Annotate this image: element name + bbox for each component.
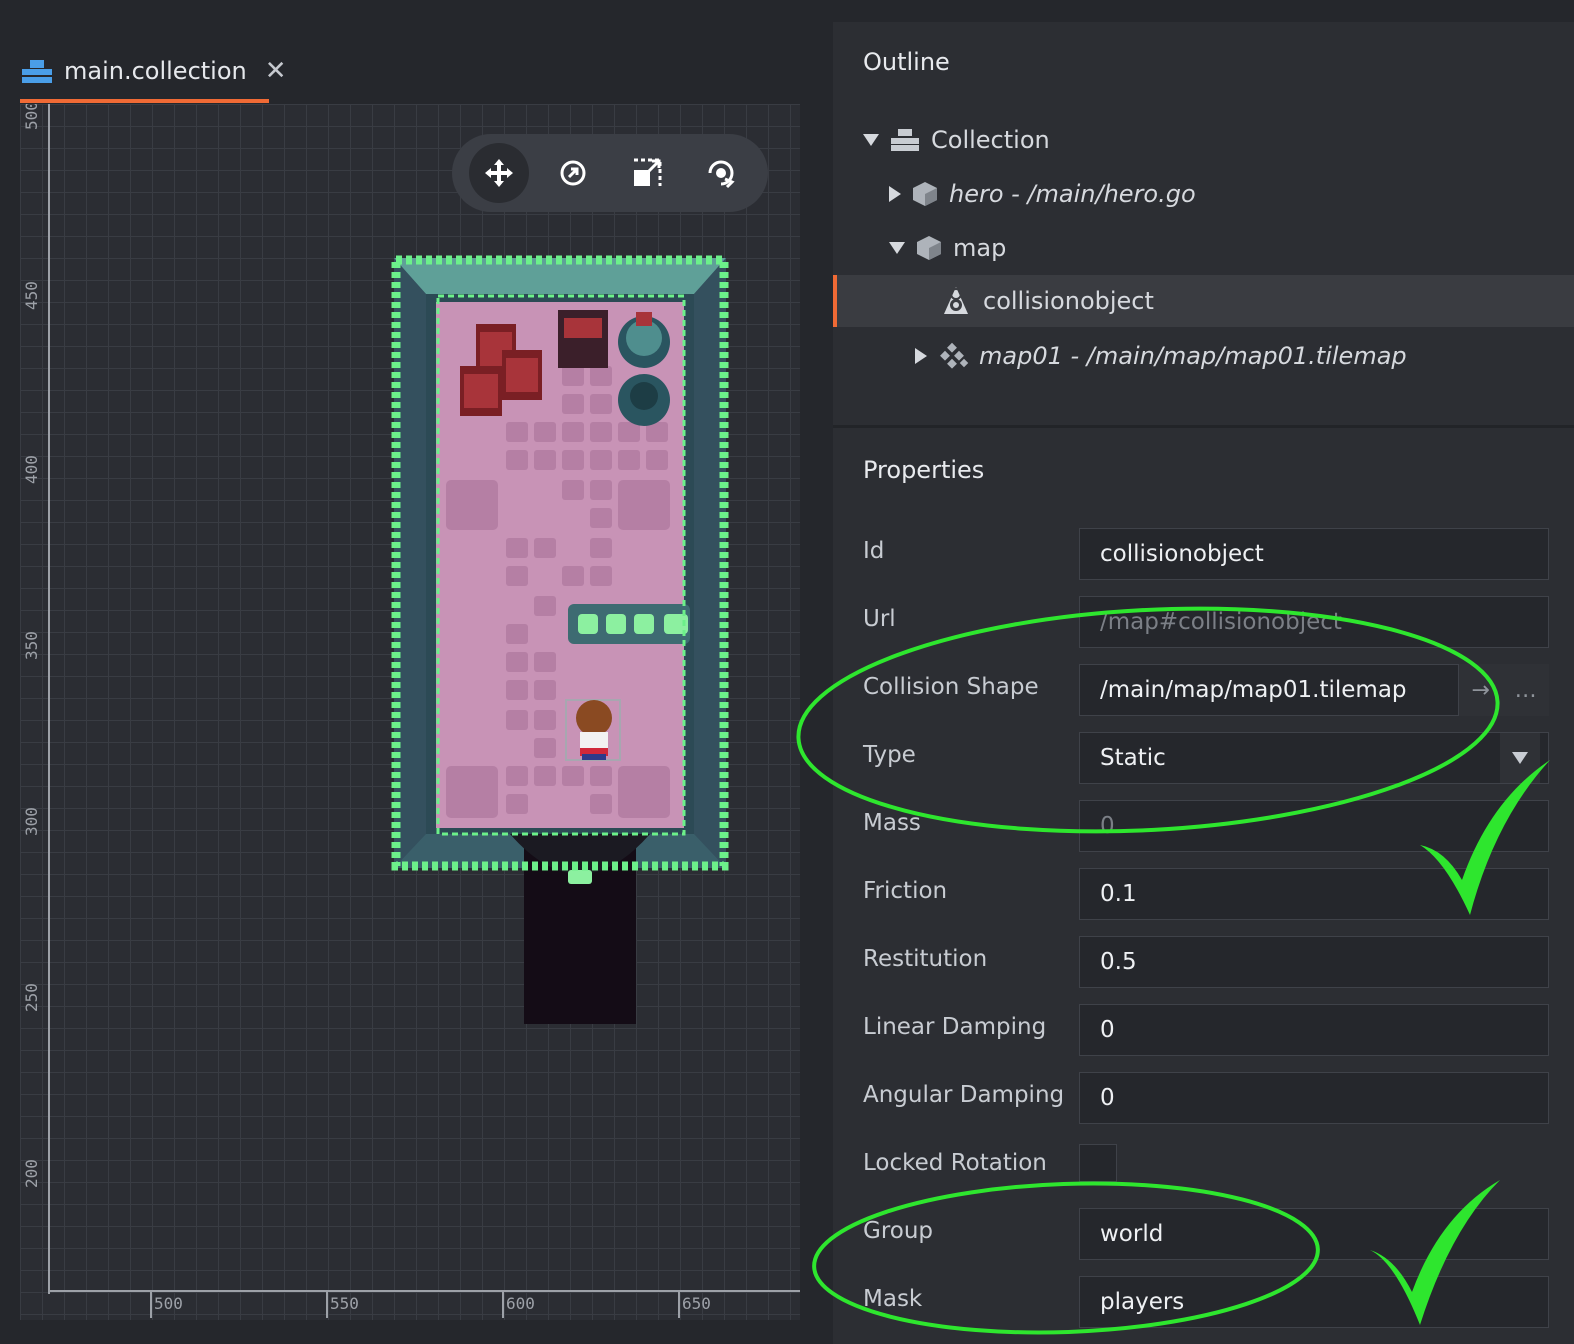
- outline-item-label: hero - /main/hero.go: [949, 180, 1196, 208]
- scale-tool-icon[interactable]: [617, 143, 677, 203]
- scene-editor: main.collection ✕ 500 450 400 350 300 25…: [0, 0, 832, 1344]
- group-field[interactable]: world: [1079, 1208, 1549, 1260]
- vertical-ruler: 500 450 400 350 300 250 200: [20, 104, 50, 1320]
- friction-field[interactable]: 0.1: [1079, 868, 1549, 920]
- url-field: /map#collisionobject: [1079, 596, 1549, 648]
- angular-damping-label: Angular Damping: [863, 1082, 1065, 1108]
- collision-shape-buttons: → …: [1459, 664, 1549, 716]
- gameobject-icon: [917, 236, 941, 260]
- mask-label: Mask: [863, 1286, 923, 1312]
- rotate-tool-icon[interactable]: [543, 143, 603, 203]
- outline-item-label: map: [953, 234, 1007, 262]
- reset-view-icon[interactable]: [691, 143, 751, 203]
- ruler-label: 450: [22, 281, 41, 310]
- mass-label: Mass: [863, 810, 921, 836]
- panel-divider: [833, 425, 1574, 428]
- type-label: Type: [863, 742, 916, 768]
- linear-damping-label: Linear Damping: [863, 1014, 1047, 1040]
- tilemap-scene[interactable]: [390, 254, 730, 1054]
- tilemap-icon: [940, 342, 969, 369]
- scene-viewport[interactable]: 500 450 400 350 300 250 200 500 550 600 …: [20, 104, 800, 1320]
- close-icon[interactable]: ✕: [265, 56, 287, 86]
- expand-arrow-icon[interactable]: [915, 348, 927, 364]
- type-select[interactable]: Static: [1079, 732, 1549, 784]
- ruler-label: 250: [22, 983, 41, 1012]
- browse-resource-icon[interactable]: …: [1515, 678, 1537, 703]
- ruler-label: 350: [22, 631, 41, 660]
- ruler-label: 300: [22, 807, 41, 836]
- outline-item-collisionobject[interactable]: collisionobject: [833, 275, 1574, 327]
- chevron-down-icon[interactable]: [1500, 733, 1540, 783]
- locked-rotation-label: Locked Rotation: [863, 1150, 1047, 1176]
- linear-damping-field[interactable]: 0: [1079, 1004, 1549, 1056]
- collision-shape-field[interactable]: /main/map/map01.tilemap: [1079, 664, 1459, 716]
- collection-icon: [22, 60, 52, 83]
- id-label: Id: [863, 538, 885, 564]
- goto-resource-icon[interactable]: →: [1471, 678, 1489, 703]
- expand-arrow-icon[interactable]: [863, 134, 879, 146]
- horizontal-ruler: 500 550 600 650: [20, 1290, 800, 1320]
- group-label: Group: [863, 1218, 934, 1244]
- mass-field: 0: [1079, 800, 1549, 852]
- ruler-label: 500: [154, 1294, 183, 1313]
- type-value: Static: [1100, 745, 1166, 771]
- properties-title: Properties: [863, 456, 985, 484]
- collection-icon: [891, 129, 919, 151]
- outline-item-label: Collection: [931, 126, 1050, 154]
- collision-shape-label: Collision Shape: [863, 674, 1039, 700]
- ruler-label: 600: [506, 1294, 535, 1313]
- outline-item-map[interactable]: map: [889, 222, 1006, 274]
- url-label: Url: [863, 606, 896, 632]
- outline-item-collection[interactable]: Collection: [863, 114, 1050, 166]
- id-field[interactable]: collisionobject: [1079, 528, 1549, 580]
- mask-field[interactable]: players: [1079, 1276, 1549, 1328]
- tab-active-indicator: [20, 99, 269, 103]
- gameobject-icon: [913, 182, 937, 206]
- outline-item-label: collisionobject: [983, 287, 1154, 315]
- outline-item-map01[interactable]: map01 - /main/map/map01.tilemap: [915, 330, 1407, 382]
- angular-damping-field[interactable]: 0: [1079, 1072, 1549, 1124]
- tab-title: main.collection: [64, 57, 247, 85]
- collision-object-icon: [944, 287, 968, 314]
- ruler-label: 500: [22, 104, 41, 130]
- expand-arrow-icon[interactable]: [889, 186, 901, 202]
- locked-rotation-checkbox[interactable]: [1079, 1144, 1117, 1182]
- restitution-label: Restitution: [863, 946, 988, 972]
- transform-toolbar: [452, 134, 768, 212]
- outline-item-hero[interactable]: hero - /main/hero.go: [889, 168, 1196, 220]
- outline-title: Outline: [863, 48, 950, 76]
- expand-arrow-icon[interactable]: [889, 242, 905, 254]
- friction-label: Friction: [863, 878, 948, 904]
- move-tool-icon[interactable]: [469, 143, 529, 203]
- ruler-label: 650: [682, 1294, 711, 1313]
- restitution-field[interactable]: 0.5: [1079, 936, 1549, 988]
- ruler-label: 400: [22, 455, 41, 484]
- side-panel: Outline Collection hero - /main/hero.go …: [833, 22, 1574, 1344]
- ruler-label: 550: [330, 1294, 359, 1313]
- outline-item-label: map01 - /main/map/map01.tilemap: [979, 342, 1407, 370]
- tab-main-collection[interactable]: main.collection ✕: [20, 40, 287, 102]
- ruler-label: 200: [22, 1159, 41, 1188]
